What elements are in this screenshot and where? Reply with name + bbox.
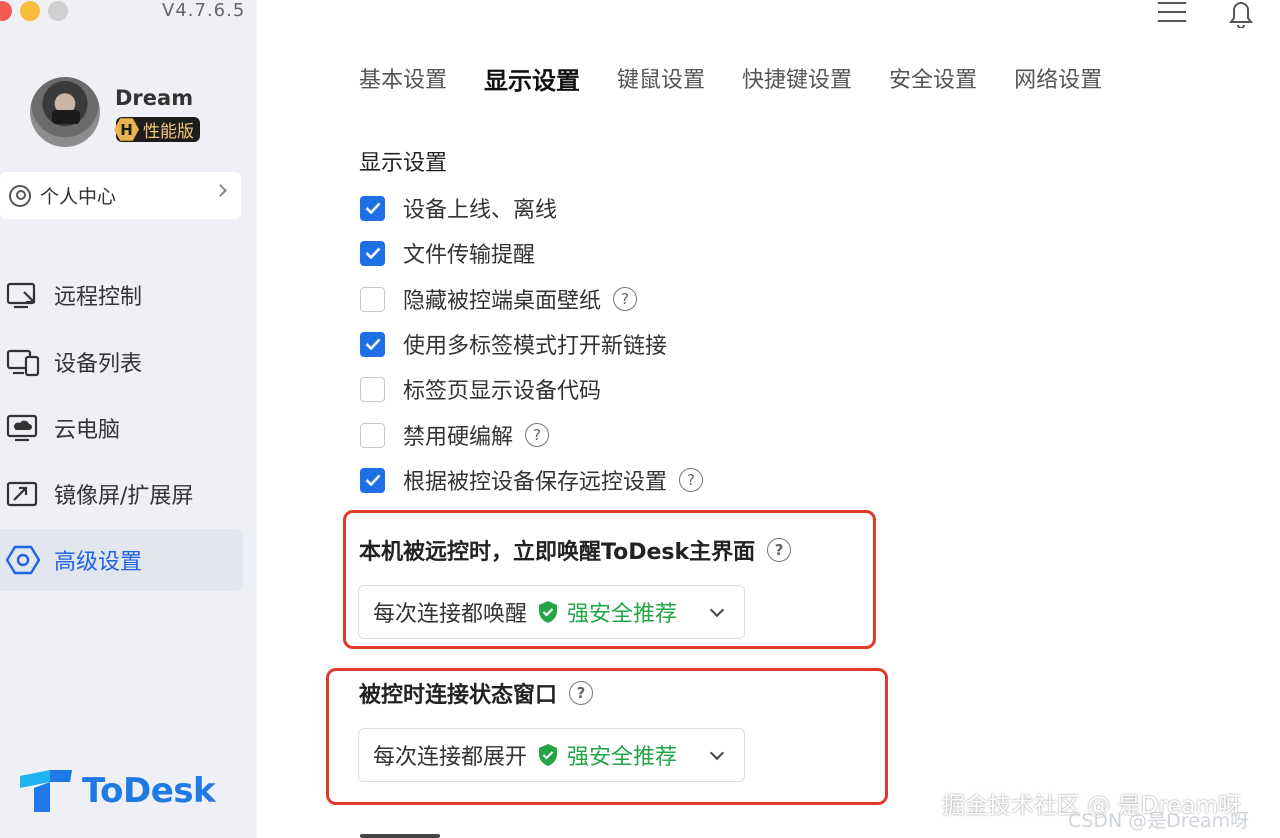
sidebar: V4.7.6.5 Dream H 性能版 个人中心 远程控制 设备列表 云电脑 … bbox=[0, 0, 257, 838]
option-label: 禁用硬编解 bbox=[403, 425, 514, 450]
checkbox[interactable] bbox=[360, 467, 385, 493]
sidebar-item-label: 高级设置 bbox=[54, 550, 143, 575]
membership-badge: H 性能版 bbox=[114, 117, 200, 142]
option-label: 根据被控设备保存远控设置 bbox=[403, 470, 668, 495]
check-icon bbox=[365, 247, 380, 259]
check-icon bbox=[365, 474, 380, 486]
wake-title-text: 本机被远控时，立即唤醒ToDesk主界面 bbox=[359, 540, 756, 565]
status-window-title: 被控时连接状态窗口 ? bbox=[359, 677, 594, 709]
wake-setting-title: 本机被远控时，立即唤醒ToDesk主界面 ? bbox=[359, 534, 792, 566]
recommend-label: 强安全推荐 bbox=[567, 602, 678, 627]
option-hide-wallpaper[interactable]: 隐藏被控端桌面壁纸 ? bbox=[360, 284, 638, 314]
sidebar-item-remote-control[interactable]: 远程控制 bbox=[0, 264, 243, 326]
help-icon[interactable]: ? bbox=[525, 423, 550, 447]
checkbox[interactable] bbox=[360, 195, 385, 221]
todesk-logo-icon bbox=[20, 770, 72, 812]
personal-center-button[interactable]: 个人中心 bbox=[0, 172, 241, 219]
select-value: 每次连接都唤醒 bbox=[373, 602, 528, 627]
status-window-select[interactable]: 每次连接都展开 强安全推荐 bbox=[358, 728, 745, 782]
sidebar-item-label: 设备列表 bbox=[54, 352, 143, 377]
next-section-title-cutoff bbox=[360, 820, 460, 838]
user-circle-icon bbox=[9, 184, 31, 207]
help-icon[interactable]: ? bbox=[767, 538, 792, 562]
shield-check-icon bbox=[539, 601, 558, 623]
top-toolbar bbox=[1158, 0, 1256, 28]
help-icon[interactable]: ? bbox=[679, 468, 704, 492]
chevron-right-icon bbox=[214, 184, 227, 197]
sidebar-item-label: 云电脑 bbox=[54, 418, 121, 443]
app-version: V4.7.6.5 bbox=[162, 0, 246, 21]
checkbox[interactable] bbox=[360, 376, 385, 402]
help-icon[interactable]: ? bbox=[613, 287, 638, 311]
checkbox[interactable] bbox=[360, 422, 385, 448]
badge-letter: H bbox=[114, 118, 139, 141]
window-controls bbox=[0, 1, 68, 21]
recommend-label: 强安全推荐 bbox=[567, 745, 678, 770]
option-label: 隐藏被控端桌面壁纸 bbox=[403, 289, 602, 314]
status-window-title-text: 被控时连接状态窗口 bbox=[359, 683, 558, 708]
device-list-icon bbox=[6, 349, 40, 377]
personal-center-label: 个人中心 bbox=[40, 186, 117, 208]
settings-tabs: 基本设置 显示设置 键鼠设置 快捷键设置 安全设置 网络设置 bbox=[359, 64, 1139, 98]
shield-check-icon bbox=[539, 744, 558, 766]
sidebar-item-label: 远程控制 bbox=[54, 285, 143, 310]
todesk-logo: ToDesk bbox=[20, 770, 216, 812]
option-label: 使用多标签模式打开新链接 bbox=[403, 334, 668, 359]
option-label: 标签页显示设备代码 bbox=[403, 379, 602, 404]
sidebar-item-cloud-pc[interactable]: 云电脑 bbox=[0, 397, 243, 459]
tab-security[interactable]: 安全设置 bbox=[889, 64, 977, 98]
maximize-window-button[interactable] bbox=[48, 1, 68, 21]
sidebar-item-device-list[interactable]: 设备列表 bbox=[0, 331, 243, 393]
option-disable-hw-codec[interactable]: 禁用硬编解 ? bbox=[360, 420, 550, 450]
option-device-online-offline[interactable]: 设备上线、离线 bbox=[360, 193, 557, 223]
hex-settings-icon bbox=[6, 545, 40, 575]
sidebar-item-mirror-screen[interactable]: 镜像屏/扩展屏 bbox=[0, 463, 243, 525]
tab-keyboard-mouse[interactable]: 键鼠设置 bbox=[617, 64, 705, 98]
cloud-pc-icon bbox=[6, 414, 38, 442]
wake-select[interactable]: 每次连接都唤醒 强安全推荐 bbox=[358, 585, 745, 639]
chevron-down-icon bbox=[709, 602, 725, 618]
bell-icon[interactable] bbox=[1226, 0, 1256, 28]
close-window-button[interactable] bbox=[0, 1, 12, 21]
check-icon bbox=[365, 338, 380, 350]
minimize-window-button[interactable] bbox=[20, 1, 40, 21]
mirror-screen-icon bbox=[6, 481, 38, 507]
option-tab-device-code[interactable]: 标签页显示设备代码 bbox=[360, 374, 601, 404]
option-label: 文件传输提醒 bbox=[403, 243, 536, 268]
tab-shortcuts[interactable]: 快捷键设置 bbox=[742, 64, 852, 98]
chevron-down-icon bbox=[709, 745, 725, 761]
section-title: 显示设置 bbox=[359, 151, 448, 176]
tab-display[interactable]: 显示设置 bbox=[484, 64, 580, 98]
sidebar-item-advanced-settings[interactable]: 高级设置 bbox=[0, 529, 243, 591]
check-icon bbox=[365, 202, 380, 214]
menu-icon[interactable] bbox=[1158, 0, 1186, 24]
sidebar-item-label: 镜像屏/扩展屏 bbox=[54, 484, 194, 509]
watermark-csdn: CSDN @是Dream呀 bbox=[1068, 810, 1250, 832]
help-icon[interactable]: ? bbox=[569, 681, 594, 705]
option-multi-tab-mode[interactable]: 使用多标签模式打开新链接 bbox=[360, 329, 667, 359]
user-name: Dream bbox=[115, 86, 194, 110]
remote-control-icon bbox=[6, 282, 36, 309]
option-save-remote-settings[interactable]: 根据被控设备保存远控设置 ? bbox=[360, 465, 704, 495]
select-value: 每次连接都展开 bbox=[373, 745, 528, 770]
tab-network[interactable]: 网络设置 bbox=[1014, 64, 1102, 98]
checkbox[interactable] bbox=[360, 240, 385, 266]
option-label: 设备上线、离线 bbox=[403, 198, 558, 223]
option-file-transfer-alert[interactable]: 文件传输提醒 bbox=[360, 238, 535, 268]
avatar[interactable] bbox=[30, 77, 100, 147]
checkbox[interactable] bbox=[360, 286, 385, 312]
brand-name: ToDesk bbox=[82, 771, 216, 811]
tab-basic[interactable]: 基本设置 bbox=[359, 64, 447, 98]
checkbox[interactable] bbox=[360, 331, 385, 357]
badge-label: 性能版 bbox=[143, 122, 194, 142]
